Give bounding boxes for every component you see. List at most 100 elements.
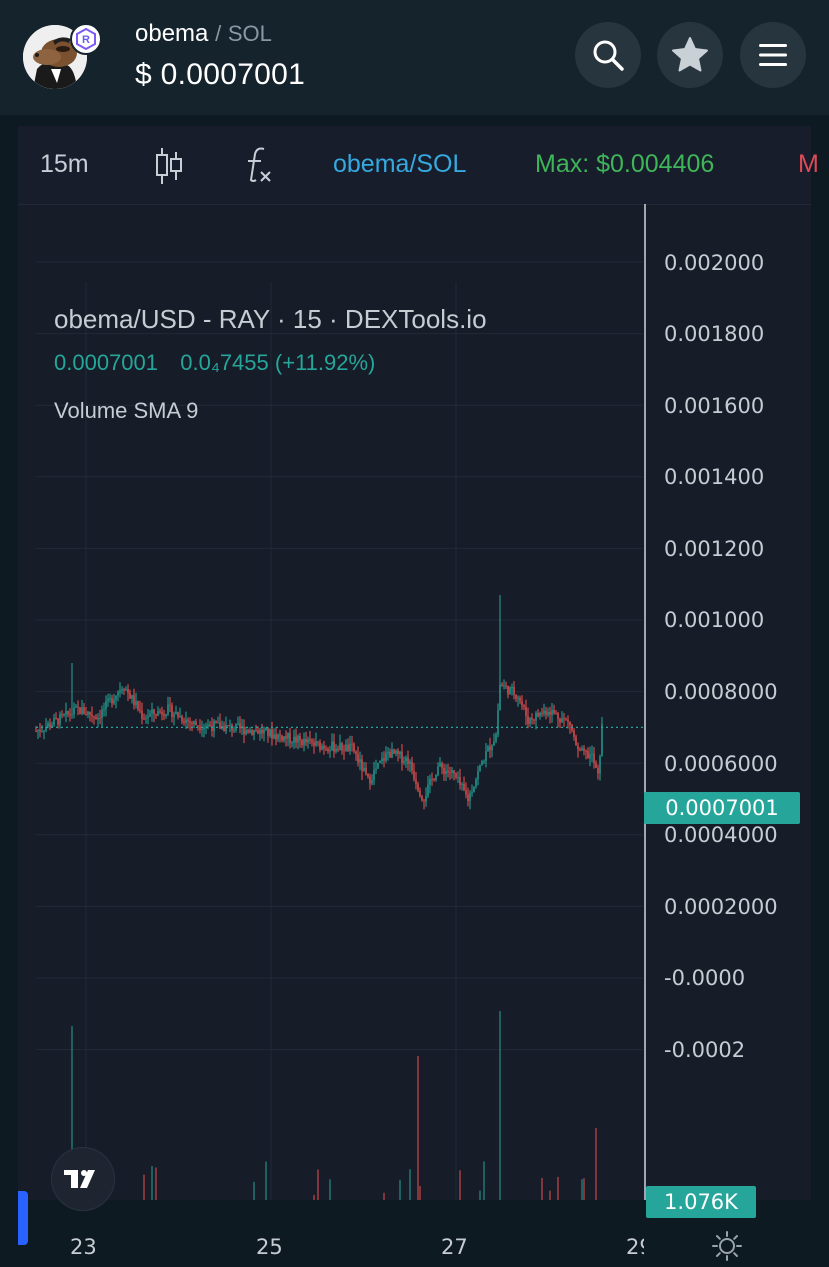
candle-body — [533, 719, 535, 721]
candle-body — [343, 750, 345, 752]
volume-bar — [409, 1169, 411, 1200]
candle-body — [265, 727, 267, 731]
candle-body — [61, 714, 63, 716]
candle-body — [461, 783, 463, 785]
candle-body — [155, 714, 157, 716]
candle-body — [177, 712, 179, 718]
candle-body — [417, 784, 419, 791]
candle-body — [373, 770, 375, 781]
candle-body — [445, 770, 447, 774]
candle-body — [365, 767, 367, 774]
candle-body — [123, 689, 125, 691]
candle-body — [101, 709, 103, 719]
candle-body — [559, 718, 561, 723]
candle-body — [473, 786, 475, 793]
candle-body — [245, 730, 247, 735]
candle-body — [339, 743, 341, 751]
candle-body — [121, 689, 123, 691]
candle-body — [239, 723, 241, 729]
candle-body — [519, 697, 521, 702]
candle-body — [325, 748, 327, 750]
candle-body — [587, 750, 589, 759]
candle-body — [493, 741, 495, 746]
candle-body — [187, 719, 189, 722]
candle-body — [319, 742, 321, 750]
candle-body — [423, 800, 425, 802]
candle-body — [43, 730, 45, 732]
candle-body — [83, 707, 85, 715]
candle-body — [541, 712, 543, 714]
candle-body — [419, 790, 421, 797]
candle-body — [53, 718, 55, 725]
volume-bar — [583, 1178, 585, 1200]
candle-body — [481, 761, 483, 766]
quote-token: SOL — [227, 21, 272, 46]
menu-button[interactable] — [740, 22, 806, 88]
candle-body — [227, 725, 229, 727]
candle-body — [181, 716, 183, 722]
raydium-badge-icon: R — [70, 23, 102, 55]
candle-body — [251, 730, 253, 735]
search-button[interactable] — [575, 22, 641, 88]
menu-icon — [759, 44, 787, 66]
candle-body — [65, 710, 67, 715]
candle-type-button[interactable] — [154, 146, 184, 186]
candle-body — [379, 761, 381, 764]
y-tick-label: 0.001200 — [664, 537, 765, 561]
candle-body — [411, 761, 413, 772]
candle-body — [509, 687, 511, 695]
tradingview-logo-icon[interactable] — [52, 1148, 114, 1210]
candle-body — [57, 718, 59, 725]
pair-selector[interactable]: obema/SOL — [333, 150, 466, 179]
y-tick-label: 0.001400 — [664, 465, 765, 489]
candle-body — [599, 756, 601, 774]
candle-body — [243, 726, 245, 735]
candle-body — [137, 701, 139, 710]
candle-body — [63, 714, 65, 716]
favorite-button[interactable] — [657, 22, 723, 88]
candle-body — [475, 779, 477, 787]
candle-body — [409, 761, 411, 764]
volume-bar — [459, 1170, 461, 1200]
y-tick-label: 0.002000 — [664, 251, 765, 275]
candle-body — [585, 750, 587, 752]
indicators-button[interactable] — [242, 144, 276, 186]
candle-body — [301, 740, 303, 746]
candle-body — [489, 746, 491, 751]
candle-body — [569, 721, 571, 726]
candle-body — [191, 722, 193, 725]
candle-body — [289, 733, 291, 743]
candle-body — [545, 710, 547, 715]
interval-selector[interactable]: 15m — [40, 150, 89, 179]
candle-body — [381, 758, 383, 762]
candle-body — [145, 717, 147, 719]
x-tick-label: 23 — [70, 1235, 97, 1259]
candle-body — [387, 752, 389, 754]
candle-body — [287, 733, 289, 739]
candle-body — [561, 718, 563, 723]
volume-bar — [329, 1179, 331, 1200]
candle-body — [579, 749, 581, 751]
candle-body — [197, 725, 199, 727]
current-price: $ 0.0007001 — [135, 58, 306, 91]
candle-body — [583, 748, 585, 751]
candle-body — [521, 701, 523, 706]
settings-sun-icon — [712, 1231, 742, 1261]
candle-body — [303, 739, 305, 746]
volume-bar — [595, 1128, 597, 1200]
y-tick-label: 0.0006000 — [664, 752, 778, 776]
chart-plot-area[interactable]: obema/USD - RAY · 15 · DEXTools.io 0.000… — [18, 204, 811, 1261]
candle-body — [207, 724, 209, 727]
candle-body — [77, 706, 79, 708]
function-fx-icon — [248, 147, 271, 182]
candle-body — [465, 790, 467, 795]
candle-body — [307, 739, 309, 743]
star-icon — [672, 37, 708, 72]
expand-sidebar-tab[interactable] — [18, 1191, 28, 1245]
volume-bar — [317, 1169, 319, 1200]
candle-body — [263, 730, 265, 734]
candle-body — [183, 721, 185, 723]
chart-settings-button[interactable] — [711, 1230, 743, 1262]
candle-body — [567, 719, 569, 722]
candle-body — [163, 714, 165, 717]
